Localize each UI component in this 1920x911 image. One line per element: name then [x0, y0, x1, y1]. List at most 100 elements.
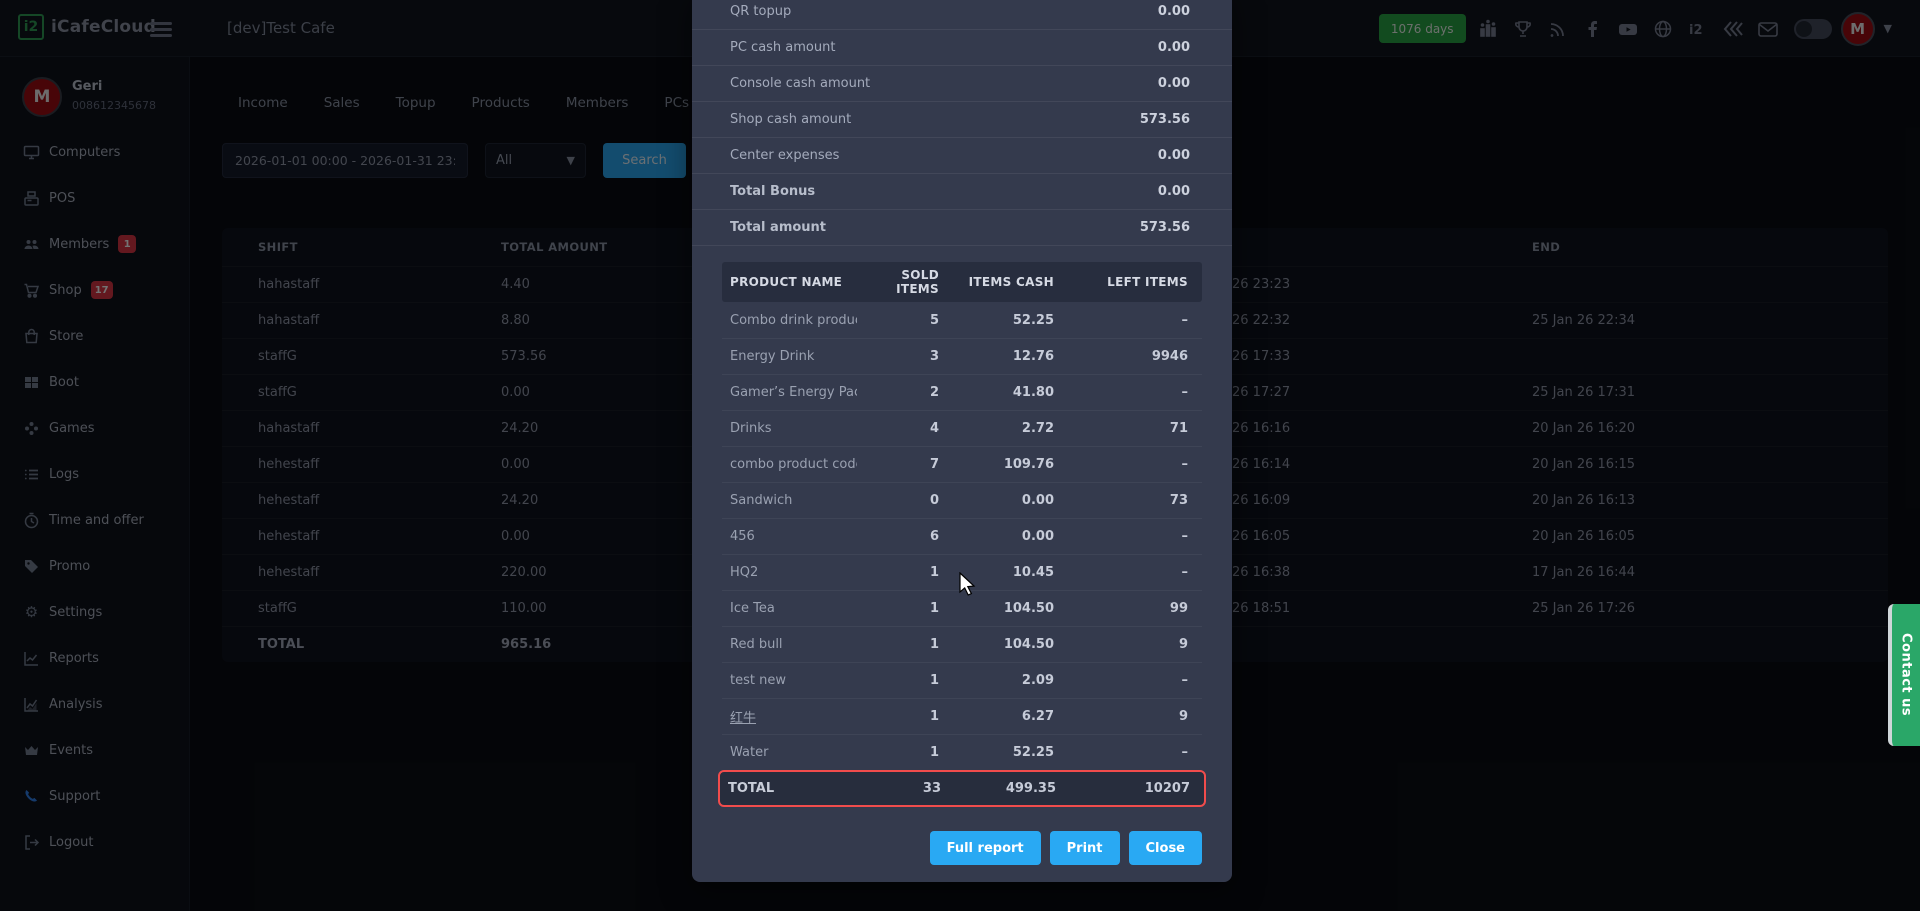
cell-sold: 1 [857, 709, 947, 724]
cell-product-name: Water [722, 745, 857, 760]
total-left: 10207 [1064, 781, 1204, 796]
summary-row: QR topup 0.00 [692, 0, 1232, 30]
total-label: TOTAL [720, 781, 859, 796]
cell-sold: 1 [857, 745, 947, 760]
summary-value: 573.56 [1140, 220, 1190, 235]
cell-sold: 1 [857, 565, 947, 580]
print-button[interactable]: Print [1050, 831, 1120, 865]
product-row: HQ2 1 10.45 – [722, 554, 1202, 590]
cell-cash: 6.27 [947, 709, 1062, 724]
summary-value: 0.00 [1158, 148, 1190, 163]
cell-sold: 1 [857, 637, 947, 652]
cell-left: 9 [1062, 637, 1202, 652]
cell-left: – [1062, 385, 1202, 400]
modal-footer: Full report Print Close [722, 831, 1202, 865]
cell-left: 9 [1062, 709, 1202, 724]
summary-label: PC cash amount [730, 40, 835, 55]
cell-product-name: Ice Tea [722, 601, 857, 616]
product-row: Energy Drink 3 12.76 9946 [722, 338, 1202, 374]
summary-row: PC cash amount 0.00 [692, 30, 1232, 66]
product-row: Water 1 52.25 – [722, 734, 1202, 770]
cell-cash: 2.09 [947, 673, 1062, 688]
product-row: Drinks 4 2.72 71 [722, 410, 1202, 446]
cell-left: – [1062, 673, 1202, 688]
product-row: Ice Tea 1 104.50 99 [722, 590, 1202, 626]
col-header-left-items: LEFT ITEMS [1062, 275, 1202, 289]
modal-summary: QR topup 0.00 PC cash amount 0.00 Consol… [692, 0, 1232, 246]
cell-cash: 2.72 [947, 421, 1062, 436]
summary-value: 0.00 [1158, 40, 1190, 55]
cell-product-name: 456 [722, 529, 857, 544]
cell-sold: 1 [857, 601, 947, 616]
summary-label: Total amount [730, 220, 826, 235]
product-row: Gamer’s Energy Pack 2 41.80 – [722, 374, 1202, 410]
app-root: i2 iCafeCloud [dev]Test Cafe 1076 days [0, 0, 1920, 911]
cell-sold: 6 [857, 529, 947, 544]
product-table-body: Combo drink product code 5 52.25 – Energ… [722, 302, 1202, 770]
cell-product-name: test new [722, 673, 857, 688]
summary-label: Console cash amount [730, 76, 870, 91]
product-row: combo product code 7 109.76 – [722, 446, 1202, 482]
summary-value: 573.56 [1140, 112, 1190, 127]
contact-us-label: Contact us [1899, 633, 1914, 716]
total-cash: 499.35 [949, 781, 1064, 796]
col-header-items-cash: ITEMS CASH [947, 275, 1062, 289]
cell-product-name: Sandwich [722, 493, 857, 508]
cell-sold: 3 [857, 349, 947, 364]
product-row: test new 1 2.09 – [722, 662, 1202, 698]
summary-row: Console cash amount 0.00 [692, 66, 1232, 102]
cell-product-name: Combo drink product code [722, 313, 857, 328]
summary-value: 0.00 [1158, 184, 1190, 199]
col-header-sold-items: SOLD ITEMS [857, 268, 947, 296]
cell-product-name: Energy Drink [722, 349, 857, 364]
summary-label: Center expenses [730, 148, 839, 163]
summary-row: Shop cash amount 573.56 [692, 102, 1232, 138]
product-table-header: PRODUCT NAME SOLD ITEMS ITEMS CASH LEFT … [722, 262, 1202, 302]
cell-product-name: Red bull [722, 637, 857, 652]
product-total-row-highlighted: TOTAL 33 499.35 10207 [718, 770, 1206, 807]
product-row: 456 6 0.00 – [722, 518, 1202, 554]
cell-sold: 7 [857, 457, 947, 472]
cell-product-name: combo product code [722, 457, 857, 472]
product-row: 红牛 1 6.27 9 [722, 698, 1202, 734]
close-button[interactable]: Close [1129, 831, 1202, 865]
cell-product-name: Drinks [722, 421, 857, 436]
summary-row: Total amount 573.56 [692, 210, 1232, 246]
cell-cash: 104.50 [947, 601, 1062, 616]
cell-sold: 0 [857, 493, 947, 508]
shift-report-modal: QR topup 0.00 PC cash amount 0.00 Consol… [692, 0, 1232, 882]
cell-cash: 41.80 [947, 385, 1062, 400]
cell-left: – [1062, 565, 1202, 580]
product-row: Sandwich 0 0.00 73 [722, 482, 1202, 518]
summary-value: 0.00 [1158, 4, 1190, 19]
summary-row: Center expenses 0.00 [692, 138, 1232, 174]
total-sold: 33 [859, 781, 949, 796]
summary-label: Total Bonus [730, 184, 815, 199]
product-table: PRODUCT NAME SOLD ITEMS ITEMS CASH LEFT … [722, 262, 1202, 807]
contact-us-tab[interactable]: Contact us [1888, 604, 1920, 746]
cell-cash: 52.25 [947, 313, 1062, 328]
cell-left: – [1062, 457, 1202, 472]
full-report-button[interactable]: Full report [930, 831, 1041, 865]
col-header-product-name: PRODUCT NAME [722, 275, 857, 289]
cell-cash: 0.00 [947, 493, 1062, 508]
cell-left: – [1062, 313, 1202, 328]
cell-product-name: Gamer’s Energy Pack [722, 385, 857, 400]
cell-cash: 104.50 [947, 637, 1062, 652]
summary-label: QR topup [730, 4, 791, 19]
product-row: Red bull 1 104.50 9 [722, 626, 1202, 662]
cell-sold: 4 [857, 421, 947, 436]
product-row: Combo drink product code 5 52.25 – [722, 302, 1202, 338]
cell-left: – [1062, 529, 1202, 544]
cell-left: – [1062, 745, 1202, 760]
cell-sold: 5 [857, 313, 947, 328]
summary-value: 0.00 [1158, 76, 1190, 91]
cell-cash: 0.00 [947, 529, 1062, 544]
cell-sold: 1 [857, 673, 947, 688]
cell-cash: 52.25 [947, 745, 1062, 760]
cell-cash: 12.76 [947, 349, 1062, 364]
cell-left: 71 [1062, 421, 1202, 436]
cell-product-name: HQ2 [722, 565, 857, 580]
cell-left: 73 [1062, 493, 1202, 508]
cell-left: 99 [1062, 601, 1202, 616]
